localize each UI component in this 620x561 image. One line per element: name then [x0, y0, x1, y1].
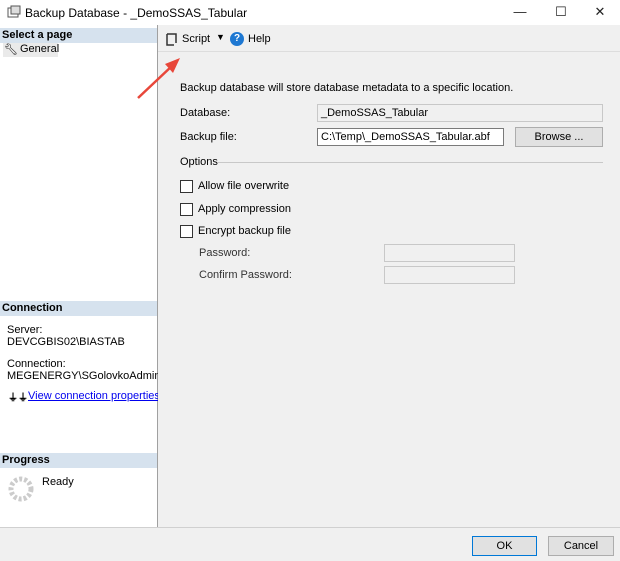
progress-header: Progress: [0, 453, 157, 468]
page-item-general[interactable]: 🔧︎ General: [3, 43, 60, 57]
options-label: Options: [180, 156, 218, 168]
view-connection-properties-link[interactable]: View connection properties: [28, 390, 160, 402]
toolbar: Script ▼ ? Help: [158, 28, 620, 52]
page-item-label: General: [20, 43, 60, 55]
description-text: Backup database will store database meta…: [180, 82, 514, 94]
title-bar: Backup Database - _DemoSSAS_Tabular — ☐ …: [0, 0, 620, 25]
footer: OK Cancel: [0, 527, 620, 561]
backup-file-field[interactable]: C:\Temp\_DemoSSAS_Tabular.abf: [317, 128, 504, 146]
script-icon: [166, 33, 177, 46]
database-label: Database:: [180, 107, 231, 119]
select-page-header: Select a page: [0, 28, 157, 43]
password-label: Password:: [199, 247, 251, 259]
chevron-down-icon[interactable]: ▼: [216, 32, 225, 42]
confirm-password-field[interactable]: [384, 266, 515, 284]
wrench-icon: 🔧︎: [4, 44, 18, 56]
connection-header: Connection: [0, 301, 157, 316]
database-icon: [7, 5, 21, 18]
server-label: Server:: [7, 324, 43, 336]
checkbox-box[interactable]: [180, 225, 193, 238]
confirm-password-label: Confirm Password:: [199, 269, 292, 281]
backup-file-label: Backup file:: [180, 131, 237, 143]
help-label: Help: [248, 33, 271, 45]
cancel-button[interactable]: Cancel: [548, 536, 614, 556]
checkbox-label: Apply compression: [198, 203, 291, 215]
checkbox-label: Allow file overwrite: [198, 180, 290, 192]
password-field[interactable]: [384, 244, 515, 262]
plug-icon: ⏚⏚: [8, 393, 28, 404]
minimize-button[interactable]: —: [497, 0, 543, 25]
close-button[interactable]: ✕: [577, 0, 620, 25]
checkbox-label: Encrypt backup file: [198, 225, 291, 237]
ok-button[interactable]: OK: [472, 536, 537, 556]
help-icon: ?: [230, 32, 244, 46]
window-title: Backup Database - _DemoSSAS_Tabular: [25, 6, 248, 20]
checkbox-box[interactable]: [180, 180, 193, 193]
options-divider: [218, 162, 603, 163]
progress-status: Ready: [42, 476, 74, 488]
script-label: Script: [182, 33, 211, 45]
browse-button[interactable]: Browse ...: [515, 127, 603, 147]
server-value: DEVCGBIS02\BIASTAB: [7, 336, 125, 348]
annotation-arrow: [137, 58, 180, 99]
progress-spinner-icon: [8, 476, 34, 502]
main-pane: Script ▼ ? Help Backup database will sto…: [137, 25, 620, 527]
database-field[interactable]: _DemoSSAS_Tabular: [317, 104, 603, 122]
checkbox-box[interactable]: [180, 203, 193, 216]
connection-value: MEGENERGY\SGolovkoAdmin: [7, 370, 161, 382]
connection-label: Connection:: [7, 358, 66, 370]
